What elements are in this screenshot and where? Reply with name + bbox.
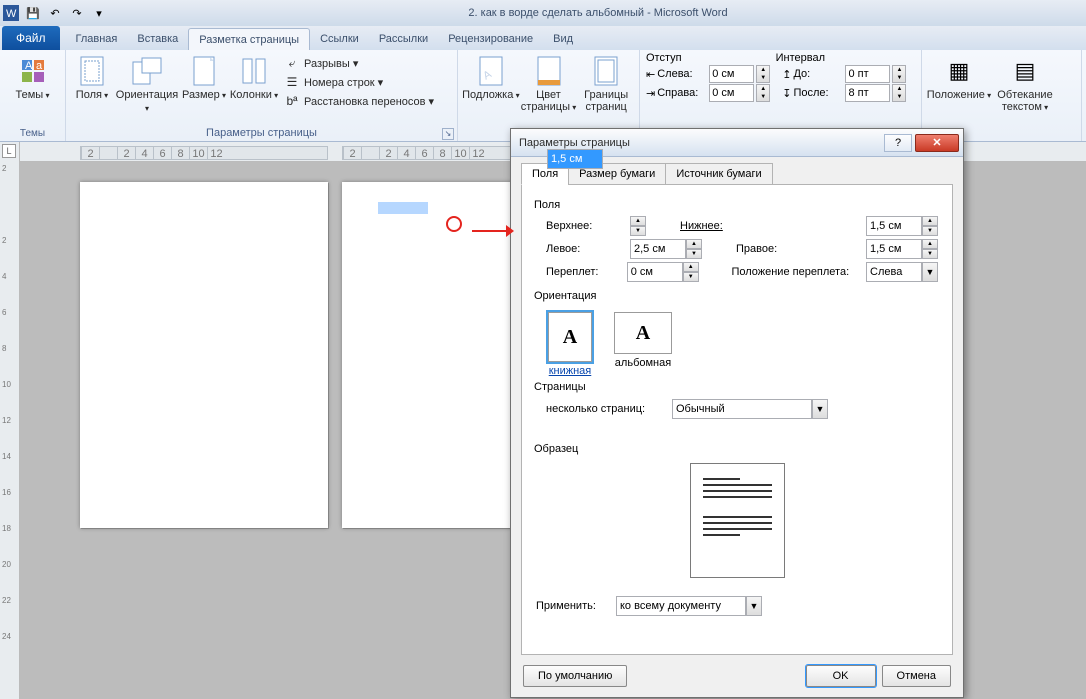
indent-right-input[interactable]: 0 см bbox=[709, 84, 754, 102]
page-preview bbox=[690, 463, 785, 578]
spacing-after-input[interactable]: 8 пт bbox=[845, 84, 890, 102]
group-label-themes: Темы bbox=[0, 125, 65, 141]
vertical-ruler: L 224681012141618202224 bbox=[0, 142, 20, 699]
indent-left-input[interactable]: 0 см bbox=[709, 65, 754, 83]
breaks-button[interactable]: ⤶Разрывы ▾ bbox=[284, 55, 434, 71]
orientation-section-label: Ориентация bbox=[534, 290, 936, 302]
margin-right-input[interactable]: ▲▼ bbox=[866, 239, 938, 259]
page-color-button[interactable]: Цвет страницы bbox=[520, 53, 578, 114]
spacing-before-input[interactable]: 0 пт bbox=[845, 65, 890, 83]
spacing-after-icon: ↧ bbox=[782, 87, 791, 100]
ribbon-tab-row: Файл ГлавнаяВставкаРазметка страницыСсыл… bbox=[0, 26, 1086, 50]
watermark-button[interactable]: AПодложка bbox=[462, 53, 520, 102]
help-button[interactable]: ? bbox=[884, 134, 912, 152]
svg-text:W: W bbox=[6, 8, 17, 20]
ribbon-tab-6[interactable]: Вид bbox=[543, 28, 583, 50]
apply-to-select[interactable]: ▼ bbox=[616, 596, 762, 616]
orientation-landscape[interactable]: A альбомная bbox=[614, 312, 672, 377]
svg-text:A: A bbox=[25, 60, 33, 72]
gutter-input[interactable]: ▲▼ bbox=[627, 262, 699, 282]
quick-access-toolbar: W 💾 ↶ ↷ ▾ bbox=[0, 3, 110, 23]
preview-section-label: Образец bbox=[534, 443, 936, 455]
ribbon-tab-3[interactable]: Ссылки bbox=[310, 28, 369, 50]
spacing-heading: Интервал bbox=[776, 52, 825, 64]
line-numbers-button[interactable]: ☰Номера строк ▾ bbox=[284, 74, 434, 90]
close-button[interactable]: ✕ bbox=[915, 134, 959, 152]
ok-button[interactable]: OK bbox=[806, 665, 876, 687]
spacing-before-icon: ↥ bbox=[782, 68, 791, 81]
save-icon[interactable]: 💾 bbox=[23, 3, 43, 23]
window-title: 2. как в ворде сделать альбомный - Micro… bbox=[110, 7, 1086, 19]
page-1[interactable] bbox=[80, 182, 328, 528]
group-label-page-setup: Параметры страницы↘ bbox=[66, 125, 457, 141]
wrap-text-button[interactable]: ▤Обтекание текстом bbox=[992, 53, 1058, 114]
ribbon-tab-2[interactable]: Разметка страницы bbox=[188, 28, 310, 50]
annotation-circle bbox=[446, 216, 462, 232]
margins-section-label: Поля bbox=[534, 199, 936, 211]
columns-button[interactable]: Колонки bbox=[228, 53, 280, 102]
tab-selector[interactable]: L bbox=[2, 144, 16, 158]
indent-left-icon: ⇤ bbox=[646, 68, 655, 81]
orientation-button[interactable]: Ориентация bbox=[114, 53, 180, 115]
gutter-position-select[interactable]: ▼ bbox=[866, 262, 938, 282]
ribbon-tab-5[interactable]: Рецензирование bbox=[438, 28, 543, 50]
redo-icon[interactable]: ↷ bbox=[67, 3, 87, 23]
spinner-arrows[interactable]: ▲▼ bbox=[756, 84, 770, 102]
pages-section-label: Страницы bbox=[534, 381, 936, 393]
margins-button[interactable]: Поля bbox=[70, 53, 114, 102]
dialog-tab-2[interactable]: Источник бумаги bbox=[665, 163, 772, 185]
margin-left-input[interactable]: ▲▼ bbox=[630, 239, 702, 259]
position-button[interactable]: ▦Положение bbox=[926, 53, 992, 102]
qa-customize-icon[interactable]: ▾ bbox=[89, 3, 109, 23]
hyphenation-button[interactable]: bªРасстановка переносов ▾ bbox=[284, 93, 434, 109]
file-tab[interactable]: Файл bbox=[2, 26, 60, 50]
margin-top-input[interactable]: ▲▼ bbox=[630, 216, 646, 236]
title-bar: W 💾 ↶ ↷ ▾ 2. как в ворде сделать альбомн… bbox=[0, 0, 1086, 26]
text-selection bbox=[378, 202, 428, 214]
defaults-button[interactable]: По умолчанию bbox=[523, 665, 627, 687]
word-app-icon[interactable]: W bbox=[1, 3, 21, 23]
page-borders-button[interactable]: Границы страниц bbox=[577, 53, 635, 113]
orientation-portrait[interactable]: A книжная bbox=[548, 312, 592, 377]
ribbon-tab-1[interactable]: Вставка bbox=[127, 28, 188, 50]
ribbon-tab-4[interactable]: Рассылки bbox=[369, 28, 438, 50]
multipage-select[interactable]: ▼ bbox=[672, 399, 828, 419]
svg-text:а: а bbox=[36, 60, 43, 72]
ribbon-tab-0[interactable]: Главная bbox=[66, 28, 128, 50]
spinner-arrows[interactable]: ▲▼ bbox=[756, 65, 770, 83]
size-button[interactable]: Размер bbox=[180, 53, 228, 102]
dialog-title: Параметры страницы bbox=[511, 137, 884, 149]
indent-right-icon: ⇥ bbox=[646, 87, 655, 100]
margin-bottom-input[interactable]: ▲▼ bbox=[866, 216, 938, 236]
spinner-arrows[interactable]: ▲▼ bbox=[892, 65, 906, 83]
themes-button[interactable]: Aа Темы bbox=[4, 53, 61, 102]
page-setup-dialog: Параметры страницы ? ✕ ПоляРазмер бумаги… bbox=[510, 128, 964, 698]
page-setup-launcher[interactable]: ↘ bbox=[442, 128, 454, 140]
indent-heading: Отступ bbox=[646, 52, 682, 64]
spinner-arrows[interactable]: ▲▼ bbox=[892, 84, 906, 102]
cancel-button[interactable]: Отмена bbox=[882, 665, 951, 687]
undo-icon[interactable]: ↶ bbox=[45, 3, 65, 23]
